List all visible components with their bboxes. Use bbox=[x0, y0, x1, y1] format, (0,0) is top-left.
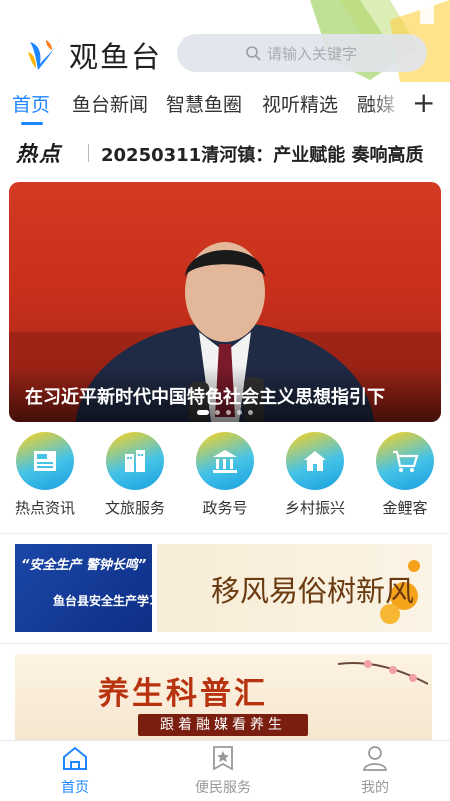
quick-link-government[interactable]: 政务号 bbox=[185, 432, 265, 518]
carousel-dot[interactable] bbox=[248, 410, 253, 415]
tab-audio-visual[interactable]: 视听精选 bbox=[262, 90, 338, 117]
quick-link-hot-news[interactable]: 热点资讯 bbox=[5, 432, 85, 518]
quick-link-label: 热点资讯 bbox=[14, 499, 75, 517]
nav-profile[interactable]: 我的 bbox=[330, 745, 420, 797]
hot-news-ticker[interactable]: 热点 20250311清河镇：产业赋能 奏响高质 bbox=[0, 132, 450, 174]
quick-links: 热点资讯 文旅服务 政务号 乡村振兴 金鲤客 bbox=[0, 432, 450, 522]
carousel-dots bbox=[197, 410, 253, 415]
blossom-branch-decoration bbox=[338, 660, 428, 685]
nav-label: 首页 bbox=[61, 780, 89, 796]
add-channel-icon[interactable]: + bbox=[412, 88, 435, 118]
carousel-dot[interactable] bbox=[197, 410, 209, 415]
ticker-divider bbox=[88, 144, 89, 162]
section-divider bbox=[0, 643, 450, 644]
banner-caption: 在习近平新时代中国特色社会主义思想指引下 bbox=[25, 387, 385, 408]
carousel-dot[interactable] bbox=[237, 410, 242, 415]
quick-link-label: 文旅服务 bbox=[104, 499, 165, 517]
safety-slogan: “安全生产 警钟长鸣” bbox=[21, 558, 147, 573]
safety-production-banner[interactable]: “安全生产 警钟长鸣” 鱼台县安全生产学习专栏 bbox=[15, 544, 152, 632]
newspaper-icon bbox=[34, 451, 56, 471]
app-header: 观鱼台 请输入关键字 bbox=[0, 0, 450, 82]
search-placeholder: 请输入关键字 bbox=[267, 44, 358, 63]
tabs-fade bbox=[370, 84, 404, 128]
hot-label: 热点 bbox=[16, 142, 62, 166]
quick-link-rural-revival[interactable]: 乡村振兴 bbox=[275, 432, 355, 518]
quick-link-culture-tourism[interactable]: 文旅服务 bbox=[95, 432, 175, 518]
tab-smart-circle[interactable]: 智慧鱼圈 bbox=[166, 90, 242, 117]
safety-column-title: 鱼台县安全生产学习专栏 bbox=[53, 594, 152, 608]
quick-link-label: 金鲤客 bbox=[382, 499, 428, 517]
channel-tabs: 首页 鱼台新闻 智慧鱼圈 视听精选 融媒 + bbox=[0, 84, 450, 128]
nav-services[interactable]: 便民服务 bbox=[178, 745, 268, 797]
nav-label: 便民服务 bbox=[195, 780, 251, 796]
health-science-banner[interactable]: 养生科普汇 跟着融媒看养生 bbox=[15, 654, 432, 740]
health-subtitle: 跟着融媒看养生 bbox=[138, 714, 308, 736]
health-title: 养生科普汇 bbox=[98, 676, 268, 712]
search-icon bbox=[246, 46, 261, 61]
government-building-icon bbox=[213, 450, 237, 473]
hero-banner[interactable]: 在习近平新时代中国特色社会主义思想指引下 bbox=[9, 182, 441, 422]
tab-home[interactable]: 首页 bbox=[12, 90, 50, 117]
tab-yutai-news[interactable]: 鱼台新闻 bbox=[72, 90, 148, 117]
app-title: 观鱼台 bbox=[69, 40, 163, 74]
quick-link-golden-carp[interactable]: 金鲤客 bbox=[365, 432, 445, 518]
banner-caption-overlay: 在习近平新时代中国特色社会主义思想指引下 bbox=[9, 366, 441, 422]
quick-link-label: 乡村振兴 bbox=[284, 499, 345, 517]
section-divider bbox=[0, 533, 450, 534]
shopping-cart-icon bbox=[393, 450, 419, 472]
nav-label: 我的 bbox=[361, 780, 389, 796]
village-house-icon bbox=[304, 451, 326, 471]
customs-reform-banner[interactable]: 移风易俗树新风 bbox=[157, 544, 432, 632]
bottom-navigation: 首页 便民服务 我的 bbox=[0, 740, 450, 801]
nav-home[interactable]: 首页 bbox=[30, 745, 120, 797]
hot-headline[interactable]: 20250311清河镇：产业赋能 奏响高质 bbox=[101, 141, 423, 167]
customs-slogan: 移风易俗树新风 bbox=[211, 574, 415, 608]
quick-link-label: 政务号 bbox=[202, 499, 248, 517]
active-tab-indicator bbox=[21, 122, 43, 125]
carousel-dot[interactable] bbox=[226, 410, 231, 415]
service-icon bbox=[213, 746, 233, 771]
search-box[interactable]: 请输入关键字 bbox=[177, 34, 427, 72]
buildings-icon bbox=[125, 450, 145, 472]
app-logo-icon bbox=[28, 38, 60, 70]
home-icon bbox=[63, 746, 87, 770]
carousel-dot[interactable] bbox=[215, 410, 220, 415]
user-icon bbox=[362, 746, 388, 771]
